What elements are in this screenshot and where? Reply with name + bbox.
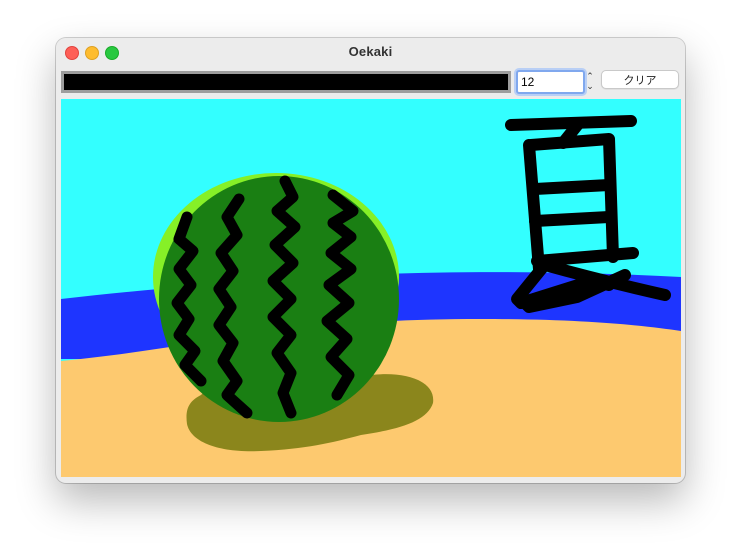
toolbar: ⌃ ⌄ クリア [56, 66, 685, 96]
app-window: Oekaki ⌃ ⌄ クリア [56, 38, 685, 483]
pen-size-stepper[interactable]: ⌃ ⌄ [584, 71, 596, 93]
stepper-down-icon[interactable]: ⌄ [584, 81, 596, 91]
stepper-up-icon[interactable]: ⌃ [584, 71, 596, 81]
pen-size-input[interactable] [516, 70, 585, 94]
title-bar: Oekaki [56, 38, 685, 66]
pen-color-well[interactable] [61, 71, 511, 93]
drawing-svg [61, 99, 681, 477]
clear-button[interactable]: クリア [601, 70, 679, 89]
window-title: Oekaki [348, 44, 393, 59]
drawing-canvas[interactable] [61, 99, 681, 477]
